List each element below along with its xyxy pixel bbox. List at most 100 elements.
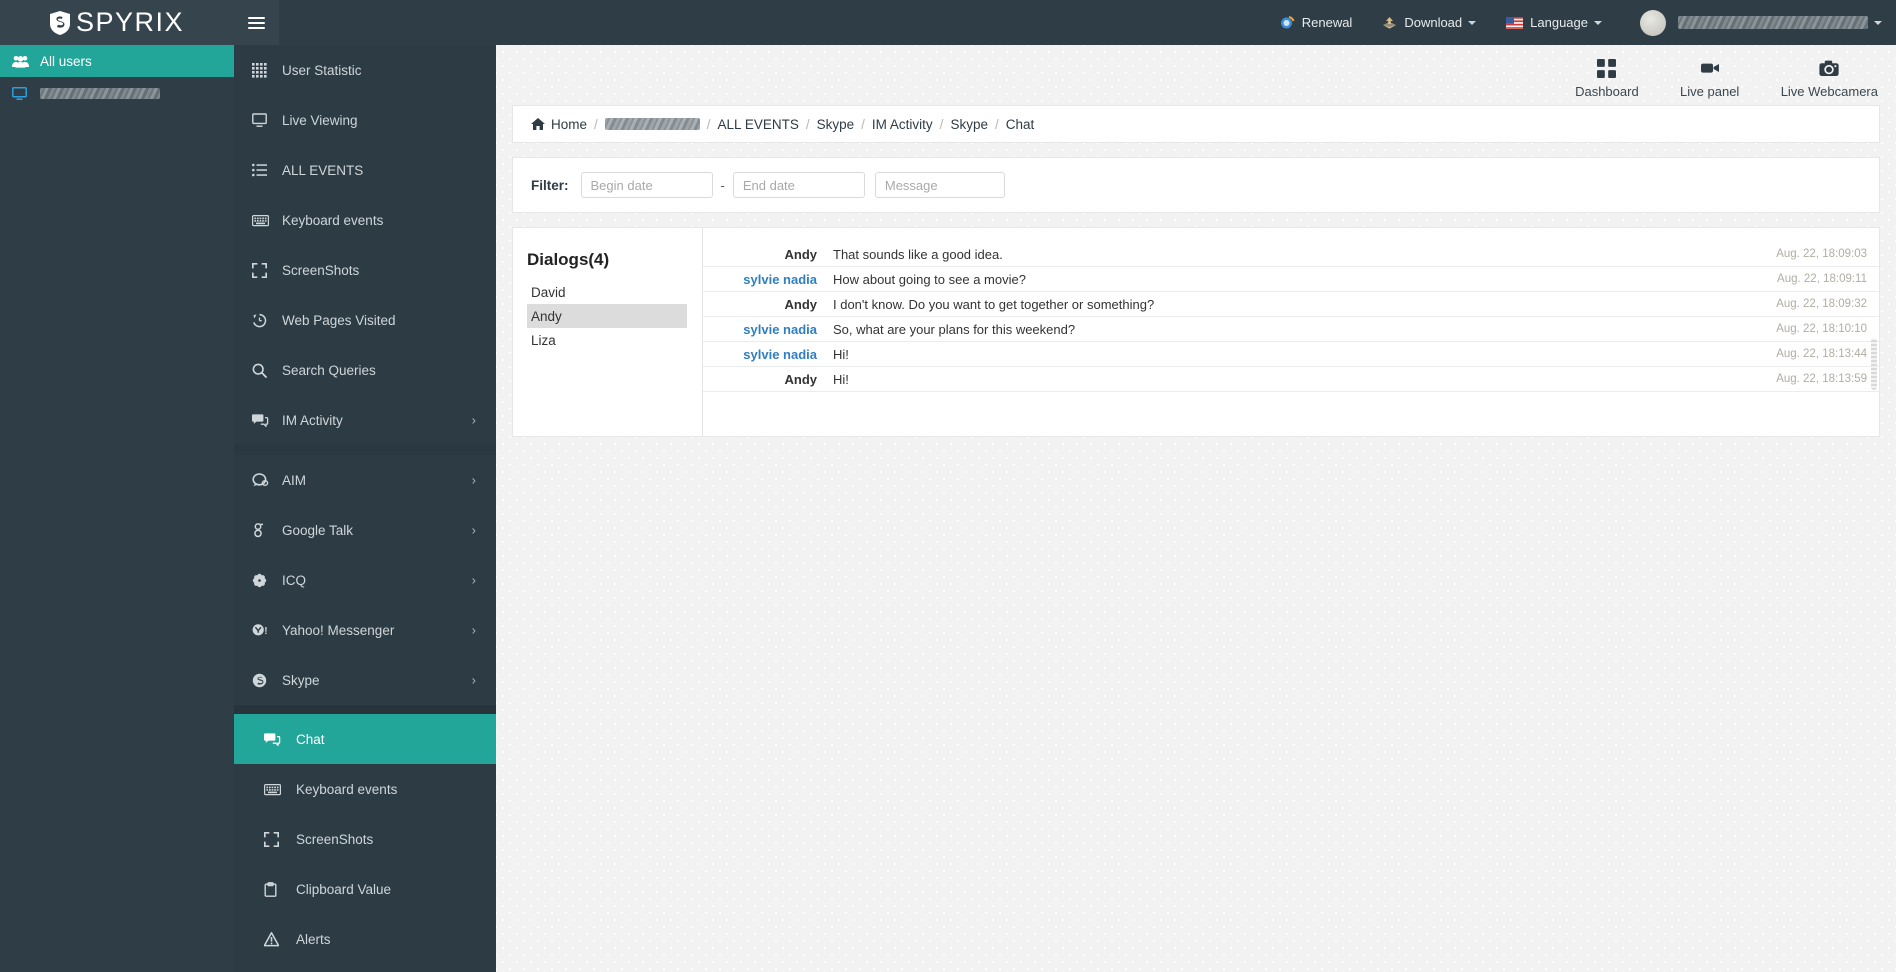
dialogs-items: David Andy Liza (527, 280, 702, 352)
dialogs-list: Dialogs(4) David Andy Liza (513, 228, 703, 436)
chevron-right-icon: › (471, 412, 476, 428)
breadcrumb-item[interactable]: Skype (950, 117, 988, 132)
sidebar-item-chat[interactable]: Chat (234, 714, 496, 764)
quick-actions: Dashboard Live panel Live Webcamera (496, 45, 1896, 99)
filter-label: Filter: (531, 177, 569, 193)
breadcrumb-separator: / (939, 116, 944, 132)
filter-separator: - (720, 177, 725, 193)
breadcrumb-item[interactable]: ALL EVENTS (718, 117, 799, 132)
sidebar-item-keyboard-events[interactable]: Keyboard events (234, 195, 496, 245)
sidebar-item-keyboard-events[interactable]: Keyboard events (234, 764, 496, 814)
breadcrumb-item-blurred[interactable] (604, 118, 700, 130)
sidebar-item-label: Google Talk (282, 522, 354, 538)
account-name-blurred (1678, 16, 1868, 29)
dialog-item[interactable]: David (527, 280, 687, 304)
breadcrumb-home[interactable]: Home (551, 117, 587, 132)
download-menu[interactable]: Download (1382, 15, 1477, 30)
quick-action-live-panel[interactable]: Live panel (1679, 55, 1741, 99)
skype-icon (252, 673, 282, 688)
quick-action-label: Live Webcamera (1780, 84, 1878, 99)
flag-icon (1506, 16, 1524, 29)
sidebar-item-clipboard-value[interactable]: Clipboard Value (234, 864, 496, 914)
message-filter-input[interactable] (874, 172, 1005, 198)
users-item-all-users[interactable]: All users (0, 45, 234, 77)
language-menu[interactable]: Language (1506, 15, 1602, 30)
sidebar-item-icq[interactable]: ICQ › (234, 555, 496, 605)
language-label: Language (1530, 15, 1588, 30)
yahoo-icon: ! (252, 623, 282, 637)
breadcrumb-separator: / (594, 116, 598, 132)
chevron-right-icon: › (471, 622, 476, 638)
chevron-right-icon: › (471, 672, 476, 688)
dashboard-grid-icon (1597, 55, 1617, 81)
sidebar-item-google-talk[interactable]: Google Talk › (234, 505, 496, 555)
dialog-item[interactable]: Andy (527, 304, 687, 328)
message-timestamp: Aug. 22, 18:13:44 (1776, 348, 1867, 360)
quick-action-label: Live panel (1680, 84, 1740, 99)
renewal-button[interactable]: Renewal (1280, 15, 1353, 30)
sidebar-item-im-activity[interactable]: IM Activity › (234, 395, 496, 445)
hamburger-icon[interactable] (234, 0, 279, 45)
sidebar-item-screenshots[interactable]: ScreenShots (234, 814, 496, 864)
chevron-down-icon (1468, 20, 1477, 25)
message-timestamp: Aug. 22, 18:10:10 (1776, 323, 1867, 335)
sidebar-item-label: ScreenShots (282, 262, 360, 278)
sidebar-item-all-events[interactable]: ALL EVENTS (234, 145, 496, 195)
dialog-item[interactable]: Liza (527, 328, 687, 352)
breadcrumb: Home / / ALL EVENTS / Skype / IM Activity / Skyp… (531, 117, 1034, 132)
brand-logo[interactable]: SPYRIX (0, 0, 234, 45)
list-icon (252, 163, 282, 177)
avatar (1640, 9, 1666, 36)
crop-frame-icon (264, 831, 296, 847)
quick-action-dashboard[interactable]: Dashboard (1575, 55, 1639, 99)
sidebar-item-skype[interactable]: Skype › (234, 655, 496, 705)
dialogs-title: Dialogs(4) (527, 250, 610, 269)
chevron-right-icon: › (471, 572, 476, 588)
sidebar-item-aim[interactable]: AIM › (234, 455, 496, 505)
crop-frame-icon (252, 262, 282, 278)
grid-dots-icon (252, 62, 282, 78)
message-text: That sounds like a good idea. (833, 246, 1003, 262)
warning-icon (264, 931, 296, 947)
renewal-icon (1280, 15, 1295, 30)
sidebar-item-live-viewing[interactable]: Live Viewing (234, 95, 496, 145)
sidebar-header (234, 0, 496, 45)
breadcrumb-item[interactable]: IM Activity (872, 117, 933, 132)
message-timestamp: Aug. 22, 18:09:11 (1777, 273, 1867, 285)
account-menu[interactable] (1612, 9, 1882, 36)
quick-action-live-webcamera[interactable]: Live Webcamera (1781, 55, 1878, 99)
message-author: sylvie nadia (743, 321, 817, 337)
sidebar-item-search-queries[interactable]: Search Queries (234, 345, 496, 395)
sidebar-item-yahoo-messenger[interactable]: ! Yahoo! Messenger › (234, 605, 496, 655)
sidebar-item-web-pages-visited[interactable]: Web Pages Visited (234, 295, 496, 345)
download-label: Download (1404, 15, 1463, 30)
begin-date-input[interactable] (580, 172, 713, 198)
keyboard-icon (252, 214, 282, 227)
main-sidebar: User Statistic Live Viewing ALL EVENTS Keyb… (234, 0, 496, 972)
sidebar-item-label: ScreenShots (296, 831, 374, 847)
sidebar-menu-skype: Chat Keyboard events ScreenShots Clipboard … (234, 714, 496, 964)
chat-scrollbar[interactable] (1871, 338, 1877, 390)
users-item-name-blurred (40, 87, 160, 99)
message-timestamp: Aug. 22, 18:13:59 (1776, 373, 1867, 385)
sidebar-item-label: IM Activity (282, 412, 343, 428)
sidebar-item-label: Keyboard events (296, 781, 398, 797)
sidebar-item-label: Keyboard events (282, 212, 384, 228)
end-date-input[interactable] (732, 172, 865, 198)
sidebar-item-label: User Statistic (282, 62, 362, 78)
icq-flower-icon (252, 573, 282, 588)
chat-bubbles-icon (264, 732, 296, 746)
sidebar-item-user-statistic[interactable]: User Statistic (234, 45, 496, 95)
sidebar-item-screenshots[interactable]: ScreenShots (234, 245, 496, 295)
renewal-label: Renewal (1301, 15, 1353, 30)
users-item-device[interactable] (0, 77, 234, 109)
sidebar-item-label: Clipboard Value (296, 881, 392, 897)
sidebar-item-alerts[interactable]: Alerts (234, 914, 496, 964)
message-author: sylvie nadia (743, 346, 817, 362)
breadcrumb-item[interactable]: Skype (817, 117, 855, 132)
sidebar-item-label: Search Queries (282, 362, 376, 378)
history-clock-icon (252, 313, 282, 328)
shield-logo-icon (49, 10, 70, 35)
breadcrumb-separator: / (994, 116, 999, 132)
chevron-right-icon: › (471, 522, 476, 538)
